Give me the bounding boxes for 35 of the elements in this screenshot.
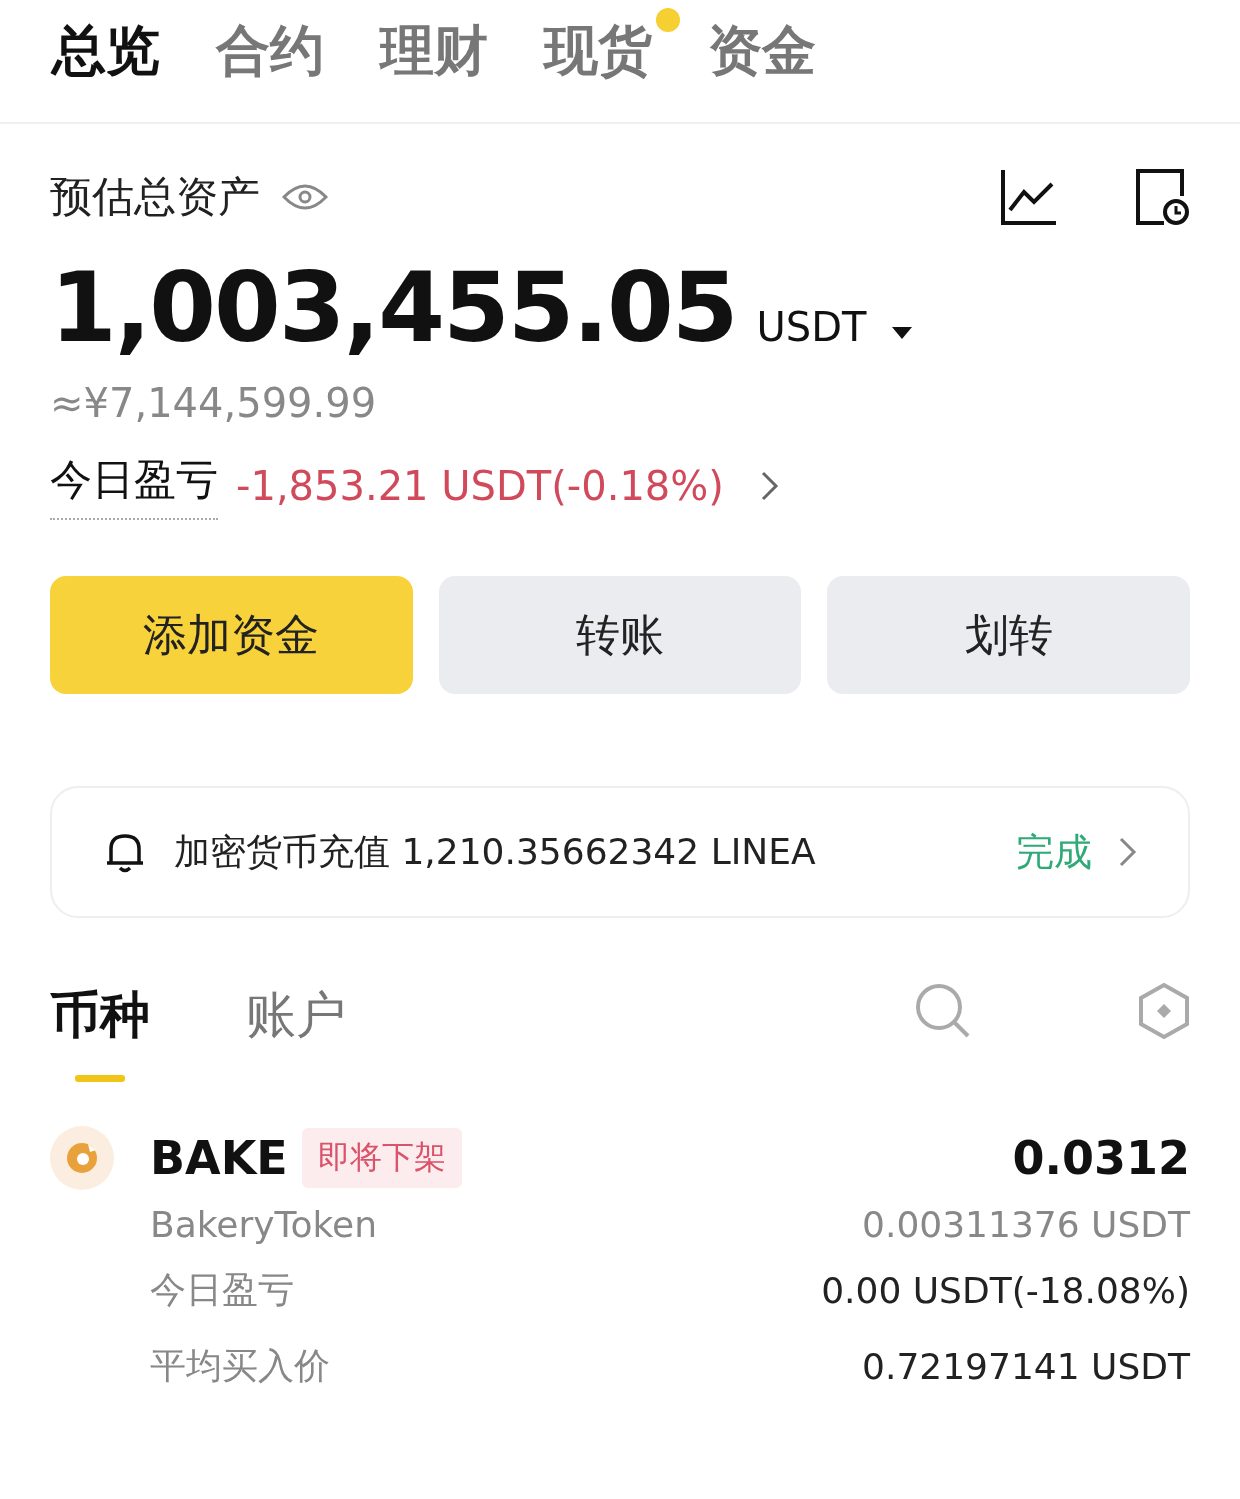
tab[interactable]: 现货: [544, 14, 652, 88]
detail-label: 今日盈亏: [150, 1267, 295, 1312]
tab-indicator: [75, 1075, 125, 1082]
notice-card[interactable]: 加密货币充值 1,210.35662342 LINEA 完成: [50, 786, 1190, 918]
total-balance: 1,003,455.05: [50, 252, 737, 364]
coin-symbol: BAKE: [150, 1131, 288, 1185]
total-assets-label: 预估总资产: [50, 171, 260, 223]
line-chart-icon[interactable]: [1000, 168, 1058, 226]
pnl-value: -1,853.21 USDT(-0.18%): [236, 463, 724, 509]
asset-tab[interactable]: 账户: [246, 982, 346, 1082]
coin-name: BakeryToken: [150, 1204, 378, 1245]
action-button[interactable]: 添加资金: [50, 576, 413, 694]
pnl-label: 今日盈亏: [50, 452, 218, 520]
delisting-tag: 即将下架: [301, 1128, 462, 1188]
chevron-icon[interactable]: [759, 470, 780, 502]
coin-icon: [50, 1126, 114, 1190]
tab[interactable]: 理财: [380, 14, 488, 88]
caret-icon[interactable]: [890, 325, 915, 341]
asset-tab[interactable]: 币种: [50, 982, 150, 1082]
detail-label: 平均买入价: [150, 1343, 331, 1388]
fiat-balance: ≈¥7,144,599.99: [50, 380, 378, 426]
detail-value: 0.00 USDT(-18.08%): [821, 1269, 1190, 1311]
notice-text: 加密货币充值 1,210.35662342 LINEA: [174, 829, 817, 874]
document-clock-icon[interactable]: [1134, 168, 1190, 226]
coin-amount: 0.0312: [1011, 1131, 1190, 1185]
tab[interactable]: 总览: [52, 14, 160, 88]
action-button[interactable]: 划转: [827, 576, 1190, 694]
action-button[interactable]: 转账: [438, 576, 802, 694]
coin-value: 0.00311376 USDT: [861, 1204, 1190, 1245]
tab[interactable]: 资金: [708, 14, 816, 88]
currency-selector[interactable]: USDT: [756, 304, 867, 350]
detail-value: 0.72197141 USDT: [861, 1345, 1190, 1387]
tab[interactable]: 合约: [216, 14, 324, 88]
chevron-icon: [1118, 836, 1138, 868]
notice-status: 完成: [1016, 828, 1092, 876]
